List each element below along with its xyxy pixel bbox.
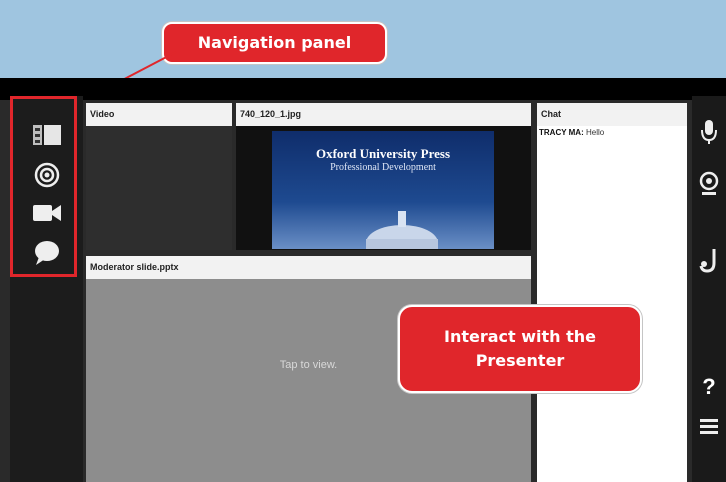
- menu-icon[interactable]: [694, 412, 724, 442]
- chat-text: Hello: [585, 128, 605, 137]
- raise-hand-icon[interactable]: [694, 246, 724, 276]
- dome-illustration: [366, 211, 438, 249]
- chat-message: TRACY MA: Hello: [539, 128, 604, 137]
- chat-sender: TRACY MA:: [539, 128, 584, 137]
- interact-presenter-callout: Interact with the Presenter: [398, 305, 642, 393]
- broadcast-icon[interactable]: [30, 160, 64, 190]
- chat-panel[interactable]: [537, 126, 687, 482]
- slide-panel-title: Moderator slide.pptx: [86, 256, 531, 279]
- video-panel-title: Video: [86, 103, 232, 126]
- webcam-icon[interactable]: [694, 169, 724, 199]
- video-camera-icon[interactable]: [30, 198, 64, 228]
- interact-callout-line1: Interact with the: [444, 327, 596, 346]
- chat-bubble-icon[interactable]: [30, 238, 64, 268]
- image-panel-title: 740_120_1.jpg: [236, 103, 531, 126]
- microphone-icon[interactable]: [694, 117, 724, 147]
- help-icon[interactable]: ?: [694, 374, 724, 400]
- video-panel[interactable]: [86, 126, 232, 250]
- layout-icon[interactable]: [30, 120, 64, 150]
- interact-callout-line2: Presenter: [475, 351, 565, 370]
- chat-panel-title: Chat: [537, 103, 687, 126]
- oup-banner-image: Oxford University Press Professional Dev…: [272, 131, 494, 249]
